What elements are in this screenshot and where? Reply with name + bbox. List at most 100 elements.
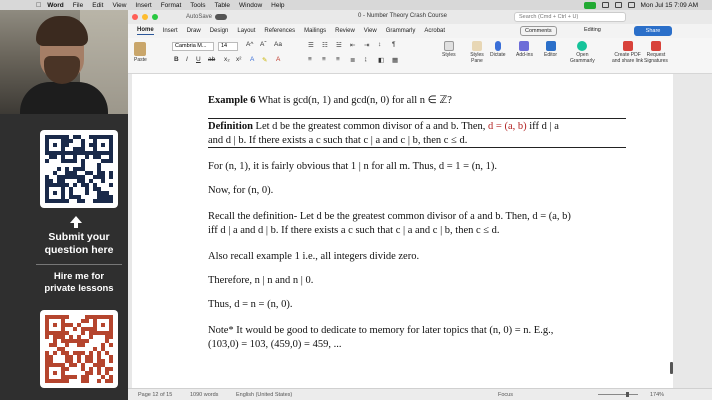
document-page[interactable]: Example 6 What is gcd(n, 1) and gcd(n, 0…	[132, 74, 673, 388]
tab-view[interactable]: View	[364, 28, 377, 34]
tab-references[interactable]: References	[264, 28, 295, 34]
menu-tools[interactable]: Tools	[190, 2, 205, 9]
focus-button[interactable]: Focus	[498, 392, 513, 398]
font-color-icon[interactable]: A	[276, 56, 280, 63]
menu-view[interactable]: View	[112, 2, 126, 9]
word-window: AutoSave 0 - Number Theory Crash Course …	[128, 10, 712, 400]
tab-draw[interactable]: Draw	[187, 28, 201, 34]
document-area[interactable]: Example 6 What is gcd(n, 1) and gcd(n, 0…	[128, 74, 712, 388]
line-spacing-icon[interactable]: ↨	[364, 56, 367, 63]
autosave-toggle[interactable]	[215, 14, 228, 20]
grammarly-icon	[577, 41, 588, 51]
sort-icon[interactable]: ↕	[378, 41, 381, 48]
word-count[interactable]: 1090 words	[190, 392, 218, 398]
justify-icon[interactable]: ≣	[350, 56, 355, 64]
close-window-icon[interactable]	[132, 14, 138, 20]
menubar-datetime[interactable]: Mon Jul 15 7:09 AM	[641, 2, 698, 9]
title-bar: AutoSave 0 - Number Theory Crash Course …	[128, 10, 712, 24]
clipboard-icon	[134, 42, 147, 56]
bullets-icon[interactable]: ☰	[308, 41, 314, 49]
shading-icon[interactable]: ◧	[378, 56, 384, 64]
search-input[interactable]: Search (Cmd + Ctrl + U)	[514, 12, 626, 22]
font-name-select[interactable]: Cambria M...	[172, 42, 214, 51]
align-center-icon[interactable]: ≡	[322, 56, 326, 63]
webcam-feed	[0, 10, 128, 114]
numbering-icon[interactable]: ☷	[322, 41, 328, 49]
bold-button[interactable]: B	[174, 56, 179, 63]
highlight-icon[interactable]: ✎	[262, 56, 267, 64]
borders-icon[interactable]: ▦	[392, 56, 398, 64]
dictate-button[interactable]: Dictate	[490, 41, 506, 58]
request-signatures-button[interactable]: Request Signatures	[644, 41, 668, 64]
tab-insert[interactable]: Insert	[163, 28, 178, 34]
underline-button[interactable]: U	[196, 56, 201, 63]
language[interactable]: English (United States)	[236, 392, 292, 398]
tab-layout[interactable]: Layout	[237, 28, 255, 34]
share-button[interactable]: Share	[634, 26, 672, 36]
tab-home[interactable]: Home	[137, 27, 154, 35]
search-icon[interactable]	[627, 2, 635, 8]
zoom-window-icon[interactable]	[152, 14, 158, 20]
menu-format[interactable]: Format	[161, 2, 182, 9]
styles-button[interactable]: Styles	[442, 41, 456, 58]
minimize-window-icon[interactable]	[142, 14, 148, 20]
increase-indent-icon[interactable]: ⇥	[364, 41, 369, 49]
paragraph-mark-icon[interactable]: ¶	[392, 41, 396, 48]
zoom-slider[interactable]	[598, 394, 638, 395]
tab-mailings[interactable]: Mailings	[304, 28, 326, 34]
menu-table[interactable]: Table	[214, 2, 230, 9]
align-left-icon[interactable]: ≡	[308, 56, 312, 63]
tab-design[interactable]: Design	[210, 28, 229, 34]
menu-help[interactable]: Help	[271, 2, 284, 9]
subscript-button[interactable]: x₂	[224, 56, 230, 63]
editor-icon	[545, 41, 556, 51]
side-panel: Submit your question here Hire me for pr…	[0, 10, 128, 400]
italic-button[interactable]: I	[186, 56, 188, 63]
menu-window[interactable]: Window	[239, 2, 262, 9]
recording-icon[interactable]	[583, 1, 596, 9]
status-bar: Page 12 of 15 1090 words English (United…	[128, 388, 712, 400]
grow-font-icon[interactable]: A^	[246, 41, 253, 48]
zoom-slider-knob[interactable]	[626, 392, 629, 397]
microphone-icon	[494, 41, 501, 51]
tab-grammarly[interactable]: Grammarly	[386, 28, 416, 34]
example-heading: Example 6 What is gcd(n, 1) and gcd(n, 0…	[208, 95, 452, 106]
shrink-font-icon[interactable]: Aˇ	[260, 41, 267, 48]
menu-file[interactable]: File	[73, 2, 83, 9]
wifi-icon[interactable]	[614, 2, 622, 8]
multilevel-list-icon[interactable]: ☱	[336, 41, 342, 49]
superscript-button[interactable]: x²	[236, 56, 241, 63]
paste-button[interactable]: Paste	[134, 42, 147, 63]
clear-format-icon[interactable]: Aa	[274, 41, 282, 48]
menubar-status-area: Mon Jul 15 7:09 AM	[583, 0, 698, 10]
apple-icon[interactable]: 	[36, 2, 41, 9]
zoom-level[interactable]: 174%	[650, 392, 664, 398]
page-count[interactable]: Page 12 of 15	[138, 392, 172, 398]
menu-app-word[interactable]: Word	[47, 2, 64, 9]
decrease-indent-icon[interactable]: ⇤	[350, 41, 355, 49]
menu-insert[interactable]: Insert	[135, 2, 151, 9]
addins-button[interactable]: Add-ins	[516, 41, 533, 58]
editor-button[interactable]: Editor	[544, 41, 557, 58]
screen:  Word File Edit View Insert Format Tool…	[0, 0, 712, 400]
styles-pane-icon	[472, 41, 482, 51]
strikethrough-button[interactable]: ab	[208, 56, 215, 63]
tab-review[interactable]: Review	[335, 28, 355, 34]
document-title: 0 - Number Theory Crash Course	[358, 13, 447, 19]
paragraph-5: Therefore, n | n and n | 0.	[208, 275, 314, 286]
tab-acrobat[interactable]: Acrobat	[424, 28, 445, 34]
styles-pane-button[interactable]: Styles Pane	[464, 41, 490, 64]
text-effects-icon[interactable]: A	[250, 56, 254, 63]
open-grammarly-button[interactable]: Open Grammarly	[570, 41, 595, 64]
editing-mode-button[interactable]: Editing	[584, 27, 601, 33]
comments-button[interactable]: Comments	[520, 26, 557, 36]
vertical-scrollbar[interactable]	[670, 362, 673, 374]
qr-code-submit-question	[40, 130, 118, 208]
align-right-icon[interactable]: ≡	[336, 56, 340, 63]
definition-line-1: Definition Let d be the greatest common …	[208, 121, 559, 132]
styles-icon	[443, 41, 454, 51]
menu-edit[interactable]: Edit	[92, 2, 103, 9]
battery-icon[interactable]	[601, 2, 609, 8]
font-size-select[interactable]: 14	[218, 42, 238, 51]
create-pdf-button[interactable]: Create PDF and share link	[612, 41, 643, 64]
